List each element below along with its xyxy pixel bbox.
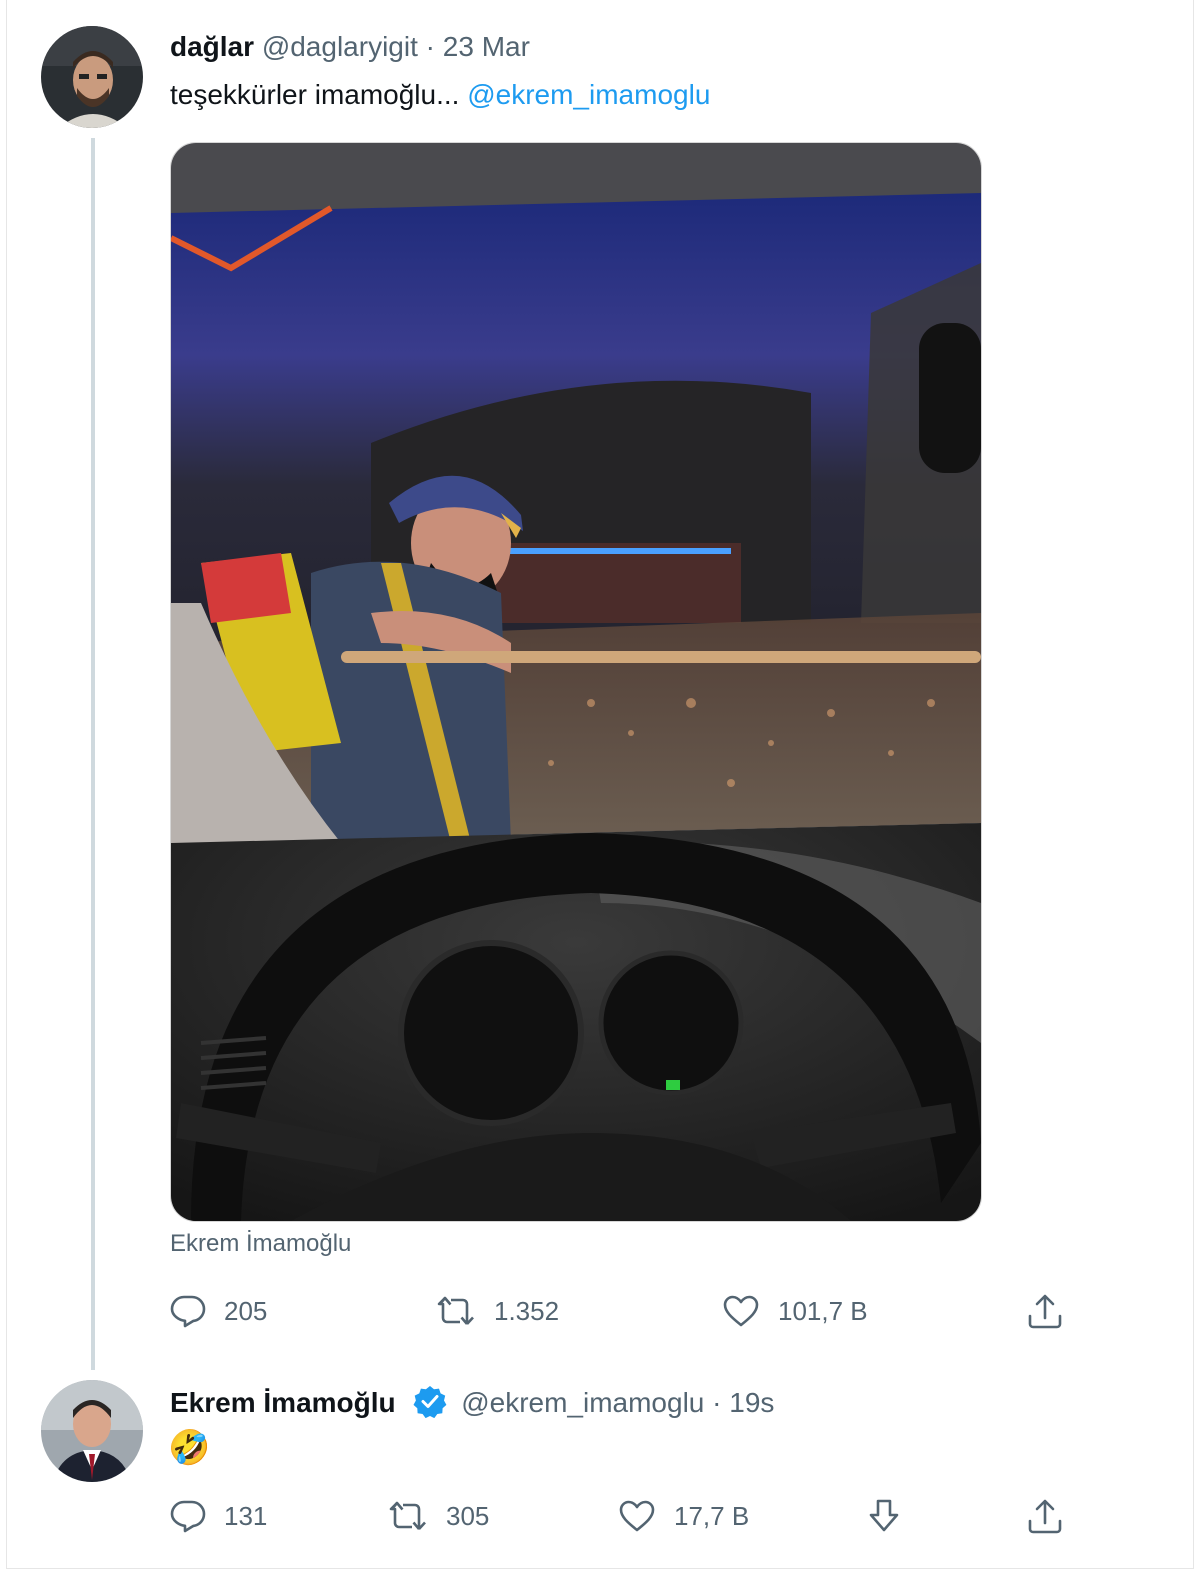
reply-icon [170,1295,206,1328]
avatar-photo [41,26,143,128]
rofl-emoji: 🤣 [168,1429,211,1467]
share-icon [1028,1294,1062,1329]
tweet1-separator: · [425,31,435,62]
tweet2-text: 🤣 [168,1428,210,1468]
tweet1-share-button[interactable] [1026,1292,1064,1330]
reply-icon [170,1500,206,1533]
tweet1-retweet-button[interactable]: 1.352 [436,1294,559,1328]
share-icon [1028,1499,1062,1534]
retweet-icon [437,1296,474,1325]
tweet2-retweet-count: 305 [446,1500,490,1531]
tweet1-display-name[interactable]: dağlar [170,31,254,62]
thread-connector-line [91,138,95,1370]
avatar-daglar[interactable] [41,26,143,128]
tweet2-like-count: 17,7 B [674,1500,750,1531]
tweet2-retweet-button[interactable]: 305 [388,1499,489,1533]
tweet1-text: teşekkürler imamoğlu... @ekrem_imamoglu [170,78,710,112]
tweet1-header: dağlar @daglaryigit · 23 Mar [170,30,530,64]
tweet2-share-button[interactable] [1026,1497,1064,1535]
tweet1-text-body: teşekkürler imamoğlu... [170,79,460,110]
tweet2-reply-button[interactable]: 131 [170,1499,267,1533]
tweet1-retweet-count: 1.352 [494,1295,560,1326]
like-icon [723,1295,759,1327]
tweet2-display-name[interactable]: Ekrem İmamoğlu [170,1387,396,1418]
retweet-icon [389,1501,426,1530]
down-arrow-icon [869,1499,899,1532]
tweet2-separator: · [712,1387,722,1418]
tweet2-download-button[interactable] [866,1497,902,1535]
tweet2-handle[interactable]: @ekrem_imamoglu [461,1387,704,1418]
tweet1-date[interactable]: 23 Mar [443,31,530,62]
tweet1-handle[interactable]: @daglaryigit [262,31,418,62]
car-windshield-photo [171,143,981,1221]
tweet1-media-photo[interactable] [170,142,982,1222]
tweet2-header: Ekrem İmamoğlu @ekrem_imamoglu · 19s [170,1384,774,1420]
tweet2-reply-count: 131 [224,1500,268,1531]
tweet2-time[interactable]: 19s [729,1387,774,1418]
verified-badge-icon [413,1386,447,1418]
tweet1-reply-button[interactable]: 205 [170,1294,267,1328]
tweet1-media-caption[interactable]: Ekrem İmamoğlu [170,1230,351,1258]
tweet1-reply-count: 205 [224,1295,268,1326]
tweet1-like-button[interactable]: 101,7 B [722,1294,868,1328]
avatar-ekrem-imamoglu[interactable] [41,1380,143,1482]
tweet2-like-button[interactable]: 17,7 B [618,1499,749,1533]
like-icon [619,1500,655,1532]
avatar-photo [41,1380,143,1482]
tweet1-like-count: 101,7 B [778,1295,868,1326]
tweet1-mention-link[interactable]: @ekrem_imamoglu [467,79,710,110]
